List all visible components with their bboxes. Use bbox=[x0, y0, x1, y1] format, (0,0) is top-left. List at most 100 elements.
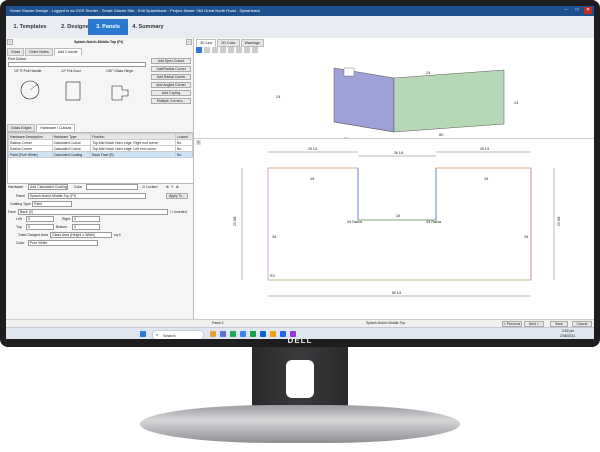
corner-label: R/2 bbox=[270, 274, 275, 278]
radius-corner-button[interactable]: Just/Radius Corner bbox=[151, 66, 191, 72]
inverted-label: Inverted bbox=[174, 210, 187, 214]
find-cutout-label: Find Cutout bbox=[8, 57, 27, 61]
table-cell: Paint (Pure White) bbox=[8, 151, 53, 158]
rotate-icon[interactable] bbox=[228, 47, 234, 53]
cutout-previews bbox=[20, 80, 129, 101]
dell-logo: DELL bbox=[287, 336, 313, 345]
table-cell: Back Face (B) bbox=[90, 151, 176, 158]
tab-glass-edges[interactable]: Glass Edges bbox=[7, 124, 36, 132]
top-label: Top bbox=[16, 225, 22, 229]
prev-panel-button[interactable]: ‹ bbox=[7, 39, 13, 45]
close-button[interactable]: ✕ bbox=[584, 7, 592, 14]
row-tools-icons[interactable]: ⊕✎⊗ bbox=[166, 185, 181, 189]
step-summary[interactable]: 4. Summary bbox=[128, 19, 168, 35]
dim-label: 23 5/8 bbox=[233, 216, 237, 226]
face-label: Face bbox=[8, 210, 16, 214]
spotify-icon[interactable] bbox=[250, 331, 256, 337]
left-label: Left bbox=[16, 217, 22, 221]
table-cell: No bbox=[174, 151, 194, 158]
measure-icon[interactable] bbox=[252, 47, 258, 53]
add-spec-cutout-button[interactable]: Add Spec Cutout bbox=[151, 58, 191, 64]
tab-glass[interactable]: Glass bbox=[7, 48, 25, 56]
minimize-button[interactable]: – bbox=[562, 7, 570, 14]
panel-label: Panel bbox=[16, 194, 25, 198]
panel-selector[interactable]: Splash-Notch-Middle-Top (Pt) bbox=[74, 40, 123, 44]
top-input[interactable]: 0 bbox=[26, 224, 54, 230]
app-icon[interactable] bbox=[220, 331, 226, 337]
add-coping-button[interactable]: Add Coping bbox=[151, 90, 191, 96]
wizard-steps: 1. Templates 2. Designer 3. Panels 4. Su… bbox=[6, 16, 594, 39]
table-cell: Calculated Coating bbox=[51, 151, 92, 158]
view-splitter[interactable] bbox=[194, 138, 594, 139]
color-field[interactable] bbox=[86, 184, 138, 190]
hardware-field[interactable]: Add Calculated Coating bbox=[28, 184, 68, 190]
glass-hinge-icon bbox=[111, 85, 129, 101]
dim-label: 24 bbox=[426, 70, 431, 75]
folder-icon[interactable] bbox=[270, 331, 276, 337]
files-icon[interactable] bbox=[210, 331, 216, 337]
tab-warnings[interactable]: Warnings bbox=[240, 39, 264, 47]
inverted-checkbox[interactable]: ☐ Inverted bbox=[170, 210, 187, 214]
dim-label: 80 bbox=[439, 132, 444, 137]
tab-add-cutouts[interactable]: Add Cutouts bbox=[53, 48, 82, 56]
coating-type-dropdown[interactable]: Paint bbox=[32, 201, 72, 207]
tab-hardware-cutouts[interactable]: Hardware / Cutouts bbox=[36, 124, 76, 132]
2d-view[interactable]: 28 1/4 36 1/4 28 1/4 23 5/8 23 5/8 3/4 R… bbox=[194, 140, 594, 310]
hardware-label: Hardware bbox=[8, 185, 24, 189]
app-icon[interactable] bbox=[230, 331, 236, 337]
dim-label: 86 1/4 bbox=[392, 291, 402, 295]
start-icon[interactable] bbox=[140, 331, 146, 337]
search-icon: ⌕ bbox=[156, 332, 159, 337]
panel-dropdown[interactable]: Splash-Notch-Middle-Top (Pt) bbox=[28, 193, 146, 199]
radius-label: 3/4 Radius bbox=[426, 220, 442, 224]
right-input[interactable]: 0 bbox=[72, 216, 100, 222]
pot-door-icon bbox=[65, 81, 81, 101]
zoom-out-icon[interactable] bbox=[220, 47, 226, 53]
outlook-icon[interactable] bbox=[260, 331, 266, 337]
right-pane: 3D Line 2D Color Warnings 24 24 80 24 ⎙ … bbox=[194, 38, 594, 319]
step-templates[interactable]: 1. Templates bbox=[8, 19, 52, 35]
right-wall-panel bbox=[393, 69, 505, 133]
3d-view[interactable]: 24 24 80 80 24 bbox=[194, 54, 594, 138]
locked-checkbox[interactable]: ☑ Locked bbox=[142, 185, 157, 189]
apply-to-button[interactable]: Apply To... bbox=[166, 193, 188, 199]
coating-type-label: Coating Type bbox=[10, 202, 31, 206]
tab-3d-line[interactable]: 3D Line bbox=[196, 39, 217, 47]
cutout-preview-label: 15" R Pull Handle bbox=[14, 69, 42, 73]
radius-label: 3/4 Radius bbox=[347, 220, 363, 224]
bottom-label: Bottom bbox=[56, 225, 68, 229]
step-panels[interactable]: 3. Panels bbox=[88, 19, 128, 35]
window-title: Smart Glazier Design - Logged in as GGS … bbox=[10, 8, 261, 13]
hardware-table: Hardware Description Hardware Type Posit… bbox=[8, 133, 194, 158]
tab-2d-color[interactable]: 2D Color bbox=[217, 39, 240, 47]
fit-view-icon[interactable] bbox=[236, 47, 242, 53]
left-input[interactable]: 0 bbox=[26, 216, 54, 222]
zoom-in-icon[interactable] bbox=[212, 47, 218, 53]
dim-label: 28 1/4 bbox=[480, 147, 490, 151]
find-cutout-input[interactable] bbox=[8, 62, 146, 67]
view-toolbar bbox=[196, 47, 258, 53]
window-title-bar: Smart Glazier Design - Logged in as GGS … bbox=[6, 6, 594, 16]
face-dropdown[interactable]: Back (0) bbox=[18, 209, 168, 215]
search-box[interactable]: ⌕ Search bbox=[152, 330, 204, 339]
search-placeholder: Search bbox=[163, 332, 176, 338]
total-area-dropdown[interactable]: Glass Area (Height x Width) bbox=[50, 232, 112, 238]
bottom-input[interactable]: 0 bbox=[72, 224, 100, 230]
table-row[interactable]: Paint (Pure White) Calculated Coating Ba… bbox=[8, 151, 194, 158]
browser-icon[interactable] bbox=[240, 331, 246, 337]
edge-label: 3/4 bbox=[272, 235, 277, 239]
angled-corner-button[interactable]: Add Angled Corner bbox=[151, 82, 191, 88]
select-tool-icon[interactable] bbox=[196, 47, 202, 53]
radial-corner-button[interactable]: Add Radial Corner bbox=[151, 74, 191, 80]
dim-label: 23 5/8 bbox=[557, 216, 561, 226]
left-wall-panel bbox=[333, 67, 395, 133]
color2-dropdown[interactable]: Pure White bbox=[28, 240, 98, 246]
reset-view-icon[interactable] bbox=[244, 47, 250, 53]
pan-tool-icon[interactable] bbox=[204, 47, 210, 53]
tab-order-notes[interactable]: Order Notes bbox=[25, 48, 53, 56]
next-panel-button[interactable]: › bbox=[186, 39, 192, 45]
right-label: Right bbox=[62, 217, 71, 221]
maximize-button[interactable]: □ bbox=[573, 7, 581, 14]
multiple-corners-button[interactable]: Multiple Corners... bbox=[151, 98, 191, 104]
total-area-label: Total Charged Area bbox=[18, 233, 48, 237]
